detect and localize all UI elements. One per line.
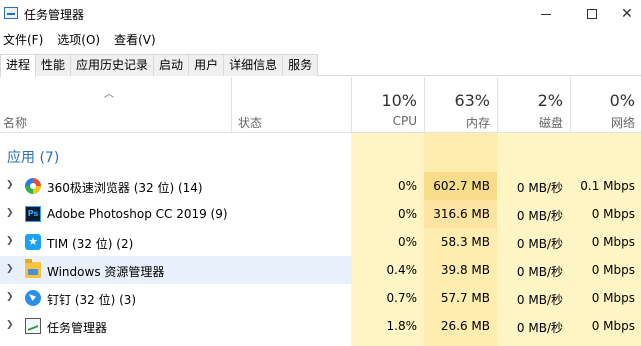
network-value: 0 Mbps xyxy=(591,291,635,305)
process-name: 任务管理器 xyxy=(47,321,108,335)
task-manager-icon xyxy=(25,318,41,334)
close-icon: ✕ xyxy=(621,6,633,22)
expand-chevron-icon[interactable]: ❯ xyxy=(6,208,14,218)
tab-startup[interactable]: 启动 xyxy=(153,54,190,76)
memory-value: 57.7 MB xyxy=(440,291,490,305)
title-bar: 任务管理器 ✕ xyxy=(0,0,641,28)
tab-app-history[interactable]: 应用历史记录 xyxy=(70,54,155,76)
network-value: 0 Mbps xyxy=(591,207,635,221)
memory-value: 316.6 MB xyxy=(424,200,497,228)
expand-chevron-icon[interactable]: ❯ xyxy=(6,264,14,274)
network-value: 0 Mbps xyxy=(591,235,635,249)
expand-chevron-icon[interactable]: ❯ xyxy=(6,180,14,190)
network-value: 0.1 Mbps xyxy=(580,179,635,193)
menu-options[interactable]: 选项(O) xyxy=(53,30,104,50)
memory-column-header[interactable]: 63% 内存 xyxy=(424,77,497,133)
cpu-value: 1.8% xyxy=(386,319,418,333)
sort-up-icon: ︿ xyxy=(104,89,114,100)
cpu-column-header[interactable]: 10% CPU xyxy=(351,77,424,133)
memory-value: 58.3 MB xyxy=(440,235,490,249)
memory-label: 内存 xyxy=(465,116,490,130)
cpu-value: 0% xyxy=(397,179,417,193)
disk-label: 磁盘 xyxy=(538,116,563,130)
photoshop-icon: Ps xyxy=(25,206,41,222)
network-label: 网络 xyxy=(610,116,635,130)
network-column-header[interactable]: 0% 网络 xyxy=(570,77,641,133)
expand-chevron-icon[interactable]: ❯ xyxy=(6,236,14,246)
network-percent: 0% xyxy=(609,91,635,110)
cpu-percent: 10% xyxy=(381,91,417,110)
memory-value: 26.6 MB xyxy=(440,319,490,333)
status-column-label: 状态 xyxy=(238,116,263,130)
process-name: 钉钉 (32 位) (3) xyxy=(47,293,137,307)
tab-details[interactable]: 详细信息 xyxy=(223,54,284,76)
disk-value: 0 MB/秒 xyxy=(516,293,563,307)
disk-value: 0 MB/秒 xyxy=(516,181,563,195)
menu-view[interactable]: 查看(V) xyxy=(110,30,160,50)
tab-users[interactable]: 用户 xyxy=(188,54,225,76)
status-column-header[interactable]: 状态 xyxy=(231,77,351,133)
network-value: 0 Mbps xyxy=(591,319,635,333)
menu-bar: 文件(F) 选项(O) 查看(V) xyxy=(0,30,166,50)
cpu-value: 0% xyxy=(397,235,417,249)
name-column-header[interactable]: ︿ 名称 xyxy=(0,77,231,133)
disk-value: 0 MB/秒 xyxy=(516,321,563,335)
network-value: 0 Mbps xyxy=(591,263,635,277)
process-name: Windows 资源管理器 xyxy=(47,265,165,279)
memory-value: 39.8 MB xyxy=(440,263,490,277)
minimize-button[interactable] xyxy=(523,0,569,28)
memory-value: 602.7 MB xyxy=(424,172,497,200)
maximize-icon xyxy=(587,9,597,19)
tab-bar: 进程 性能 应用历史记录 启动 用户 详细信息 服务 xyxy=(0,54,641,77)
process-name: Adobe Photoshop CC 2019 (9) xyxy=(47,207,228,221)
tab-processes[interactable]: 进程 xyxy=(0,54,37,77)
tim-icon: ★ xyxy=(25,234,41,250)
process-row[interactable]: ❯ Ps Adobe Photoshop CC 2019 (9) 0% 316.… xyxy=(0,200,641,228)
process-row[interactable]: ❯ 360极速浏览器 (32 位) (14) 0% 602.7 MB 0 MB/… xyxy=(0,172,641,200)
expand-chevron-icon[interactable]: ❯ xyxy=(6,320,14,330)
process-name: TIM (32 位) (2) xyxy=(47,237,134,251)
tab-performance[interactable]: 性能 xyxy=(35,54,72,76)
disk-value: 0 MB/秒 xyxy=(516,209,563,223)
disk-value: 0 MB/秒 xyxy=(516,237,563,251)
disk-percent: 2% xyxy=(537,91,563,110)
cpu-value: 0% xyxy=(397,207,417,221)
memory-percent: 63% xyxy=(454,91,490,110)
task-manager-app-icon xyxy=(4,7,18,19)
name-column-label: 名称 xyxy=(3,116,28,130)
browser-360-icon xyxy=(25,178,41,194)
cpu-label: CPU xyxy=(392,114,417,128)
tab-services[interactable]: 服务 xyxy=(282,54,319,76)
process-row[interactable]: ❯ Windows 资源管理器 0.4% 39.8 MB 0 MB/秒 0 Mb… xyxy=(0,256,641,284)
expand-chevron-icon[interactable]: ❯ xyxy=(6,292,14,302)
cpu-value: 0.7% xyxy=(386,291,418,305)
column-header: ︿ 名称 状态 10% CPU 63% 内存 2% 磁盘 0% 网络 xyxy=(0,77,641,133)
process-name: 360极速浏览器 (32 位) (14) xyxy=(47,181,203,195)
window-title: 任务管理器 xyxy=(24,8,85,22)
minimize-icon xyxy=(541,13,551,15)
process-row[interactable]: ❯ 任务管理器 1.8% 26.6 MB 0 MB/秒 0 Mbps xyxy=(0,312,641,340)
folder-icon xyxy=(25,259,41,278)
close-button[interactable]: ✕ xyxy=(615,0,641,28)
disk-value: 0 MB/秒 xyxy=(516,265,563,279)
disk-column-header[interactable]: 2% 磁盘 xyxy=(497,77,570,133)
cpu-value: 0.4% xyxy=(386,263,418,277)
maximize-button[interactable] xyxy=(569,0,615,28)
process-row[interactable]: ❯ 钉钉 (32 位) (3) 0.7% 57.7 MB 0 MB/秒 0 Mb… xyxy=(0,284,641,312)
process-row[interactable]: ❯ ★ TIM (32 位) (2) 0% 58.3 MB 0 MB/秒 0 M… xyxy=(0,228,641,256)
dingtalk-icon xyxy=(25,290,41,306)
apps-group-header: 应用 (7) xyxy=(7,150,60,166)
menu-file[interactable]: 文件(F) xyxy=(0,30,47,50)
